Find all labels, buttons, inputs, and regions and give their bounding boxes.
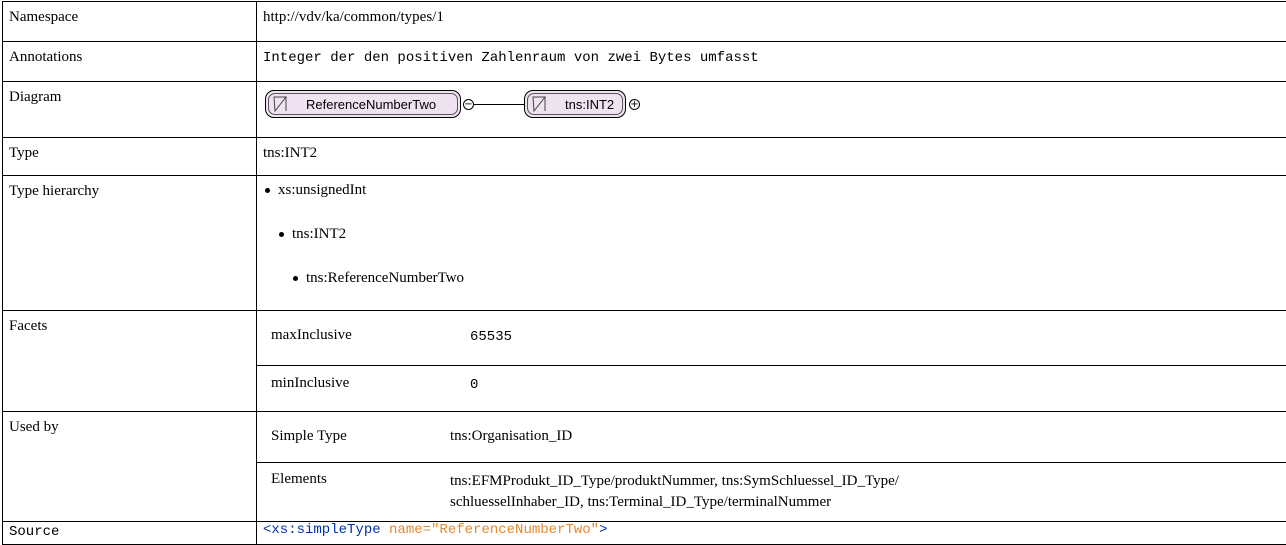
namespace-value: http://vdv/ka/common/types/1	[257, 2, 1286, 26]
hierarchy-item[interactable]: xs:unsignedInt	[265, 182, 366, 199]
type-diagram: ReferenceNumberTwo − tns:INT2 +	[257, 82, 1286, 130]
type-hierarchy-list: xs:unsignedInt tns:INT2 tns:ReferenceNum…	[257, 176, 1286, 303]
facets-table: maxInclusive 65535 minInclusive 0	[257, 318, 1286, 411]
row-namespace: Namespace http://vdv/ka/common/types/1	[3, 2, 1286, 42]
namespace-label: Namespace	[3, 2, 257, 42]
facet-value: 0	[470, 366, 1286, 412]
bullet-icon	[293, 276, 298, 281]
diagram-connector	[474, 104, 524, 105]
used-by-refs[interactable]: tns:EFMProdukt_ID_Type/produktNummer, tn…	[450, 463, 1286, 522]
used-by-kind: Elements	[257, 463, 450, 522]
bullet-icon	[265, 188, 270, 193]
facet-row: maxInclusive 65535	[257, 318, 1286, 366]
diagram-node1-label: ReferenceNumberTwo	[306, 97, 436, 112]
facet-name: maxInclusive	[257, 318, 470, 366]
facet-row: minInclusive 0	[257, 366, 1286, 412]
annotations-value: Integer der den positiven Zahlenraum von…	[257, 42, 1286, 66]
used-by-refs[interactable]: tns:Organisation_ID	[450, 419, 1286, 463]
row-facets: Facets maxInclusive 65535 minInclusive 0	[3, 311, 1286, 412]
type-hierarchy-label: Type hierarchy	[3, 176, 257, 311]
facet-name: minInclusive	[257, 366, 470, 412]
source-label: Source	[3, 522, 257, 545]
facet-value: 65535	[470, 318, 1286, 366]
row-diagram: Diagram ReferenceNumberTwo −	[3, 82, 1286, 138]
simple-type-icon	[273, 96, 287, 112]
expand-toggle-icon[interactable]: +	[629, 99, 640, 110]
diagram-label: Diagram	[3, 82, 257, 138]
row-type-hierarchy: Type hierarchy xs:unsignedInt tns:INT2 t…	[3, 176, 1286, 311]
bullet-icon	[279, 232, 284, 237]
used-by-table: Simple Type tns:Organisation_ID Elements…	[257, 419, 1286, 521]
schema-doc-table: Namespace http://vdv/ka/common/types/1 A…	[2, 1, 1286, 545]
row-source: Source <xs:simpleType name="ReferenceNum…	[3, 522, 1286, 545]
used-by-label: Used by	[3, 412, 257, 522]
used-by-kind: Simple Type	[257, 419, 450, 463]
source-code: <xs:simpleType name="ReferenceNumberTwo"…	[257, 522, 1286, 545]
type-value[interactable]: tns:INT2	[257, 138, 1286, 162]
diagram-node-referencenumbertwo[interactable]: ReferenceNumberTwo	[265, 90, 461, 118]
row-type: Type tns:INT2	[3, 138, 1286, 176]
facets-label: Facets	[3, 311, 257, 412]
diagram-node-int2[interactable]: tns:INT2	[524, 90, 626, 118]
simple-type-icon	[532, 96, 546, 112]
used-by-row: Elements tns:EFMProdukt_ID_Type/produktN…	[257, 463, 1286, 522]
row-used-by: Used by Simple Type tns:Organisation_ID …	[3, 412, 1286, 522]
collapse-toggle-icon[interactable]: −	[463, 99, 474, 110]
hierarchy-item[interactable]: tns:ReferenceNumberTwo	[293, 270, 464, 287]
used-by-row: Simple Type tns:Organisation_ID	[257, 419, 1286, 463]
type-label: Type	[3, 138, 257, 176]
hierarchy-item[interactable]: tns:INT2	[279, 226, 346, 243]
diagram-node2-label: tns:INT2	[565, 97, 614, 112]
row-annotations: Annotations Integer der den positiven Za…	[3, 42, 1286, 82]
annotations-label: Annotations	[3, 42, 257, 82]
